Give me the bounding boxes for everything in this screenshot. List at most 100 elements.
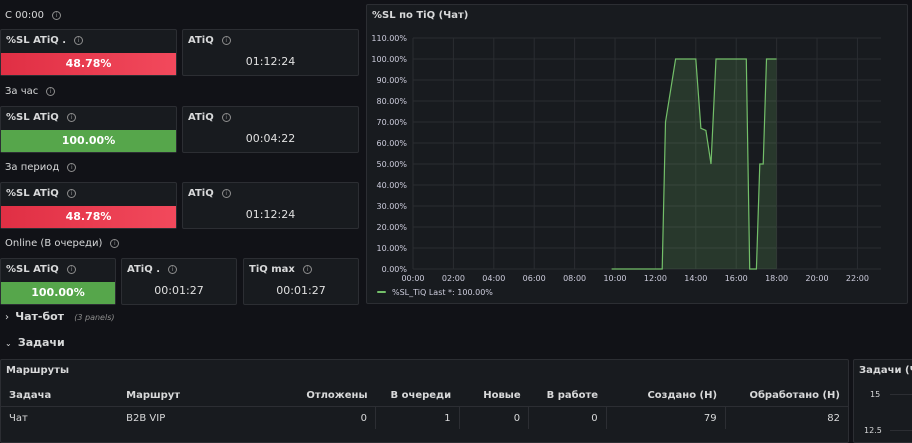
x-tick-label: 02:00 bbox=[442, 274, 465, 283]
atiq-panel-last-hour: ATiQ i 00:04:22 bbox=[182, 106, 359, 153]
column-header[interactable]: Задача bbox=[1, 384, 118, 407]
info-icon[interactable]: i bbox=[221, 113, 231, 122]
info-icon[interactable]: i bbox=[74, 36, 84, 45]
gridline bbox=[890, 394, 912, 395]
x-tick-label: 20:00 bbox=[805, 274, 828, 283]
section-label-text: С 00:00 bbox=[5, 10, 44, 21]
section-label-period: За период i bbox=[5, 162, 77, 173]
section-label-text: Online (В очереди) bbox=[5, 238, 103, 249]
y-tick-label: 80.00% bbox=[376, 97, 407, 106]
panel-title-text: %SL ATiQ bbox=[6, 112, 59, 123]
sl-atiq-panel-last-hour: %SL ATiQ i 100.00% bbox=[0, 106, 177, 153]
data-point bbox=[611, 268, 612, 269]
row-tasks[interactable]: ⌄ Задачи bbox=[5, 336, 65, 349]
data-point bbox=[771, 58, 772, 59]
y-tick-label: 15 bbox=[870, 390, 881, 399]
panel-title: %SL ATiQ . i bbox=[6, 35, 84, 46]
tasks-chart-panel: Задачи (Ча 15 12.5 bbox=[853, 359, 912, 443]
panel-title: TiQ max i bbox=[249, 264, 312, 275]
data-point bbox=[715, 58, 716, 59]
tiq-max-panel-online: TiQ max i 00:01:27 bbox=[243, 258, 359, 305]
column-header[interactable]: Маршрут bbox=[118, 384, 263, 407]
info-icon[interactable]: i bbox=[67, 163, 77, 172]
x-tick-label: 08:00 bbox=[563, 274, 586, 283]
info-icon[interactable]: i bbox=[221, 36, 231, 45]
tiq-max-value: 00:01:27 bbox=[276, 284, 326, 297]
atiq-value: 00:04:22 bbox=[245, 132, 296, 145]
panel-title: %SL ATiQ i bbox=[6, 188, 76, 199]
section-label-last-hour: За час i bbox=[5, 86, 56, 97]
panel-title-text: ATiQ . bbox=[127, 264, 160, 275]
x-tick-label: 14:00 bbox=[684, 274, 707, 283]
table-row[interactable]: Чат B2B VIP 0 1 0 0 79 82 bbox=[1, 406, 848, 429]
data-point bbox=[700, 128, 701, 129]
info-icon[interactable]: i bbox=[66, 189, 76, 198]
x-tick-label: 18:00 bbox=[765, 274, 788, 283]
column-header[interactable]: Новые bbox=[459, 384, 528, 407]
data-point bbox=[675, 58, 676, 59]
data-point bbox=[766, 58, 767, 59]
data-point bbox=[749, 268, 750, 269]
column-header[interactable]: В очереди bbox=[376, 384, 460, 407]
table-body: Чат B2B VIP 0 1 0 0 79 82 bbox=[1, 406, 848, 429]
info-icon[interactable]: i bbox=[51, 11, 61, 20]
table-cell: 79 bbox=[606, 406, 726, 429]
y-tick-label: 10.00% bbox=[376, 244, 407, 253]
row-title: Чат-бот bbox=[15, 310, 65, 323]
y-tick-label: 40.00% bbox=[376, 181, 407, 190]
atiq-panel-since-midnight: ATiQ i 01:12:24 bbox=[182, 29, 359, 76]
data-point bbox=[752, 268, 753, 269]
info-icon[interactable]: i bbox=[168, 265, 177, 274]
chevron-down-icon: ⌄ bbox=[5, 339, 12, 348]
panel-title: ATiQ i bbox=[188, 35, 231, 46]
data-point bbox=[722, 58, 723, 59]
data-point bbox=[665, 121, 666, 122]
x-tick-label: 22:00 bbox=[846, 274, 869, 283]
y-tick-label: 100.00% bbox=[371, 55, 407, 64]
sl-value-bar: 100.00% bbox=[1, 282, 115, 304]
data-point bbox=[662, 268, 663, 269]
data-point bbox=[776, 58, 777, 59]
data-point bbox=[655, 268, 656, 269]
legend-label: %SL_TiQ Last *: 100.00% bbox=[392, 288, 493, 297]
info-icon[interactable]: i bbox=[110, 239, 120, 248]
info-icon[interactable]: i bbox=[46, 87, 56, 96]
section-label-since-midnight: С 00:00 i bbox=[5, 10, 61, 21]
data-point bbox=[763, 163, 764, 164]
table-cell: 0 bbox=[459, 406, 530, 429]
data-point bbox=[759, 163, 760, 164]
y-tick-label: 70.00% bbox=[376, 118, 407, 127]
routes-table: Задача Маршрут Отложены В очереди Новые В раб… bbox=[1, 384, 848, 429]
chevron-right-icon: › bbox=[5, 312, 9, 323]
x-tick-label: 00:00 bbox=[401, 274, 424, 283]
table-cell: 0 bbox=[528, 406, 607, 429]
table-cell: 82 bbox=[827, 412, 840, 424]
column-header[interactable]: Обработано (Н) bbox=[725, 384, 848, 407]
row-chatbot[interactable]: › Чат-бот (3 panels) bbox=[5, 310, 115, 323]
table-cell: 0 bbox=[263, 406, 376, 429]
y-tick-label: 30.00% bbox=[376, 202, 407, 211]
info-icon[interactable]: i bbox=[66, 265, 76, 274]
info-icon[interactable]: i bbox=[66, 113, 76, 122]
data-point bbox=[710, 163, 711, 164]
data-point bbox=[746, 58, 747, 59]
info-icon[interactable]: i bbox=[221, 189, 231, 198]
y-tick-label: 12.5 bbox=[864, 426, 882, 435]
panel-title-text: TiQ max bbox=[249, 264, 295, 275]
sl-atiq-panel-since-midnight: %SL ATiQ . i 48.78% bbox=[0, 29, 177, 76]
column-header[interactable]: Создано (Н) bbox=[606, 384, 725, 407]
y-tick-label: 110.00% bbox=[371, 34, 407, 43]
table-header-row: Задача Маршрут Отложены В очереди Новые В раб… bbox=[1, 384, 848, 407]
section-label-text: За час bbox=[5, 86, 39, 97]
sl-tiq-chart[interactable]: 0.00% 10.00% 20.00% 30.00% 40.00% 50.00% 60.00… bbox=[367, 5, 907, 303]
section-label-online: Online (В очереди) i bbox=[5, 238, 120, 249]
column-header[interactable]: Отложены bbox=[264, 384, 376, 407]
column-header[interactable]: В работе bbox=[529, 384, 606, 407]
x-tick-label: 10:00 bbox=[603, 274, 626, 283]
panel-title-text: ATiQ bbox=[188, 112, 214, 123]
routes-table-panel: Маршруты Задача Маршрут Отложены В очереди Н… bbox=[0, 359, 849, 443]
data-point bbox=[695, 58, 696, 59]
table-title: Маршруты bbox=[6, 365, 69, 376]
y-tick-label: 90.00% bbox=[376, 76, 407, 85]
info-icon[interactable]: i bbox=[302, 265, 312, 274]
